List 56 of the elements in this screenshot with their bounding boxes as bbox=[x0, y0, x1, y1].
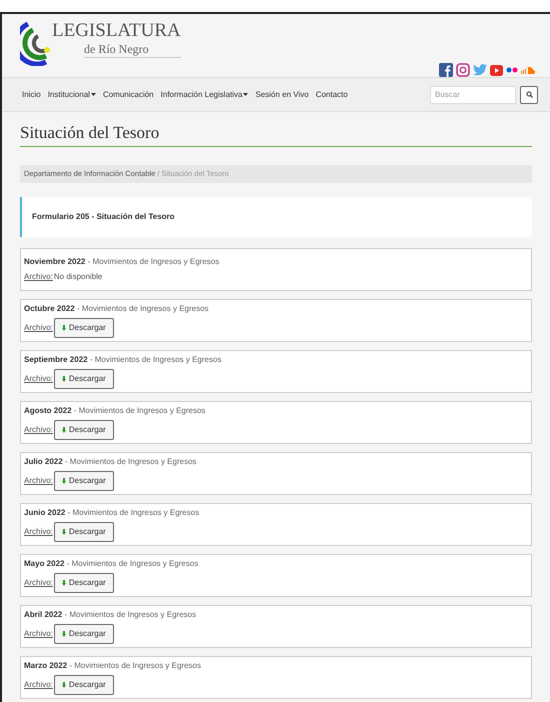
entry-title: Mayo 2022 - Movimientos de Ingresos y Egresos bbox=[24, 558, 200, 570]
search-button[interactable] bbox=[520, 86, 538, 104]
file-label[interactable]: Archivo: bbox=[24, 271, 53, 283]
logo-title: LEGISLATURA bbox=[52, 20, 181, 42]
play-icon[interactable] bbox=[490, 64, 503, 76]
file-label[interactable]: Archivo: bbox=[24, 475, 53, 487]
cloud-icon[interactable] bbox=[521, 66, 536, 74]
file-status: No disponible bbox=[54, 271, 102, 283]
nav-link[interactable]: Información Legislativa bbox=[160, 88, 248, 100]
caret-icon bbox=[243, 93, 248, 96]
entry-title: Septiembre 2022 - Movimientos de Ingresos y Egresos bbox=[24, 354, 222, 366]
file-label[interactable]: Archivo: bbox=[24, 424, 53, 436]
download-icon bbox=[62, 682, 66, 688]
download-icon bbox=[62, 427, 66, 433]
nav-link[interactable]: Comunicación bbox=[102, 88, 154, 100]
file-label[interactable]: Archivo: bbox=[24, 322, 53, 334]
logo-subtitle: de Río Negro bbox=[84, 42, 181, 58]
download-button[interactable]: Descargar bbox=[54, 420, 114, 440]
download-button[interactable]: Descargar bbox=[54, 624, 114, 644]
file-label[interactable]: Archivo: bbox=[24, 526, 53, 538]
download-icon bbox=[62, 529, 66, 535]
nav-link[interactable]: Inicio bbox=[22, 88, 41, 100]
download-button[interactable]: Descargar bbox=[54, 471, 114, 491]
download-button[interactable]: Descargar bbox=[54, 369, 114, 389]
entry-title: Octubre 2022 - Movimientos de Ingresos y Egresos bbox=[24, 303, 210, 315]
facebook-icon[interactable] bbox=[439, 63, 453, 77]
entry-title: Agosto 2022 - Movimientos de Ingresos y Egresos bbox=[24, 405, 206, 417]
nav-link[interactable]: Institucional bbox=[48, 88, 96, 100]
download-button[interactable]: Descargar bbox=[54, 522, 114, 542]
entry-title: Junio 2022 - Movimientos de Ingresos y Egresos bbox=[24, 507, 200, 519]
entry-title: Marzo 2022 - Movimientos de Ingresos y Egresos bbox=[24, 660, 202, 672]
download-button[interactable]: Descargar bbox=[54, 318, 114, 338]
dots-icon[interactable] bbox=[506, 66, 518, 74]
download-icon bbox=[62, 631, 66, 637]
entry-title: Abril 2022 - Movimientos de Ingresos y Egresos bbox=[24, 609, 198, 621]
logo-arc-icon bbox=[20, 20, 50, 66]
page-title: Situación del Tesoro bbox=[20, 122, 532, 147]
instagram-icon[interactable] bbox=[456, 63, 470, 77]
entry-title: Julio 2022 - Movimientos de Ingresos y Egresos bbox=[24, 456, 198, 468]
search-field[interactable]: Buscar bbox=[430, 86, 516, 104]
download-icon bbox=[62, 325, 66, 331]
file-label[interactable]: Archivo: bbox=[24, 577, 53, 589]
file-label[interactable]: Archivo: bbox=[24, 628, 53, 640]
entry-title: Noviembre 2022 - Movimientos de Ingresos y Egresos bbox=[24, 256, 220, 268]
nav-link[interactable]: Contacto bbox=[316, 88, 348, 100]
download-icon bbox=[62, 580, 66, 586]
caret-icon bbox=[90, 93, 96, 96]
file-label[interactable]: Archivo: bbox=[24, 373, 53, 385]
download-icon bbox=[62, 478, 66, 484]
form-title: Formulario 205 - Situación del Tesoro bbox=[32, 211, 175, 223]
file-label[interactable]: Archivo: bbox=[24, 679, 53, 691]
nav-link[interactable]: Sesión en Vivo bbox=[255, 88, 309, 100]
download-icon bbox=[62, 376, 66, 382]
download-button[interactable]: Descargar bbox=[54, 573, 114, 593]
search-icon bbox=[526, 91, 532, 98]
download-button[interactable]: Descargar bbox=[54, 675, 114, 695]
